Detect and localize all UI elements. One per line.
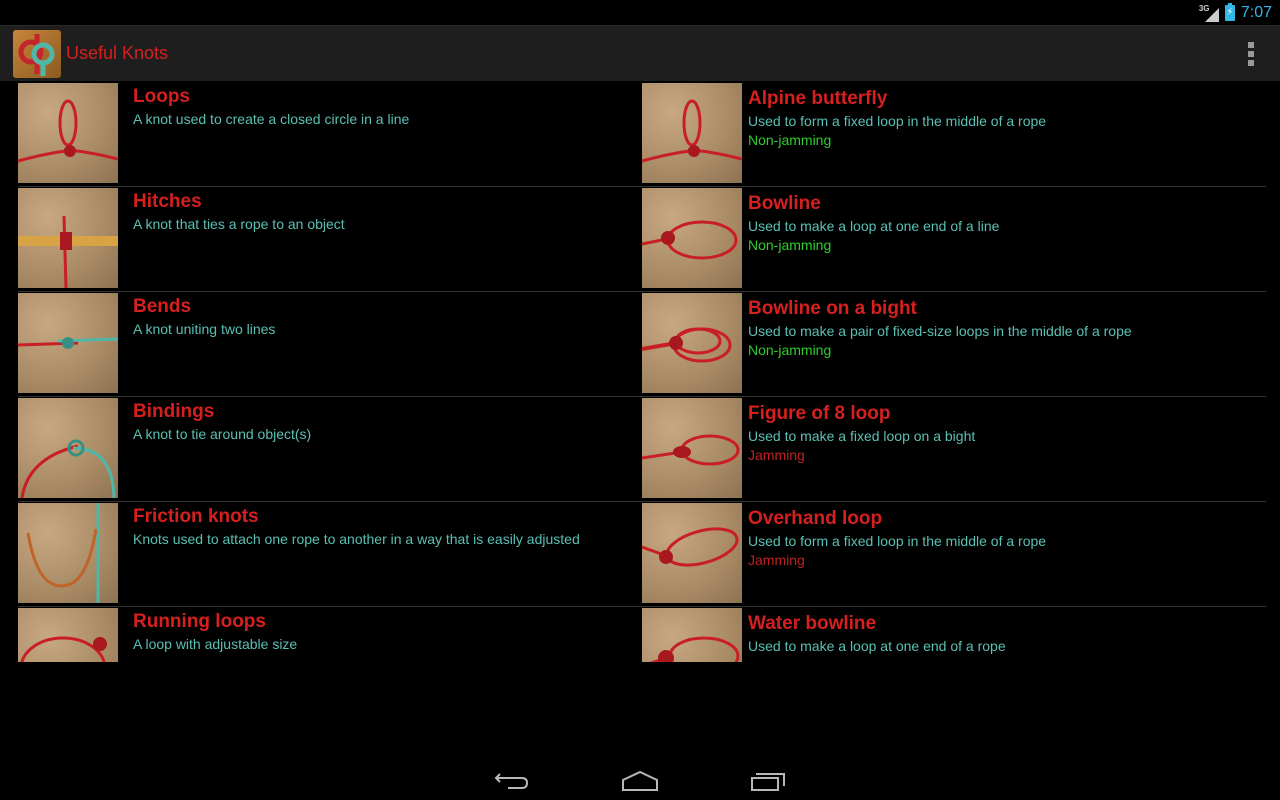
item-title: Alpine butterfly [748,88,888,109]
friction-knots-thumbnail [18,503,118,603]
status-icons: 3G ⚡ 7:07 [1199,2,1272,23]
knot-item-alpine-butterfly[interactable]: Alpine butterfly Used to form a fixed lo… [642,82,1266,187]
signal-icon: 3G [1199,4,1219,22]
knot-item-figure-of-8-loop[interactable]: Figure of 8 loop Used to make a fixed lo… [642,397,1266,502]
item-title: Bowline [748,193,821,214]
bends-thumbnail [18,293,118,393]
item-title: Figure of 8 loop [748,403,891,424]
navigation-bar [0,752,1280,800]
item-description: A loop with adjustable size [133,636,298,652]
item-title: Bends [133,296,192,317]
item-description: Used to make a loop at one end of a line [748,218,1000,234]
bindings-thumbnail [18,398,118,498]
item-description: Used to form a fixed loop in the middle … [748,533,1047,549]
knot-item-bowline-on-a-bight[interactable]: Bowline on a bight Used to make a pair o… [642,292,1266,397]
item-description: Used to make a loop at one end of a rope [748,638,1006,654]
app-logo-icon[interactable] [13,30,61,78]
jamming-status: Non-jamming [748,132,832,148]
back-icon[interactable] [492,764,532,794]
clock: 7:07 [1240,3,1272,21]
running-loops-thumbnail [18,608,118,662]
item-title: Running loops [133,611,266,632]
knot-item-bowline[interactable]: Bowline Used to make a loop at one end o… [642,187,1266,292]
figure-of-8-loop-thumbnail [642,398,742,498]
item-description: A knot uniting two lines [133,321,276,337]
home-icon[interactable] [620,764,660,794]
item-description: A knot to tie around object(s) [133,426,312,442]
water-bowline-thumbnail [642,608,742,662]
item-description: Used to make a pair of fixed-size loops … [748,323,1132,339]
category-item-friction-knots[interactable]: Friction knots Knots used to attach one … [18,502,642,607]
bowline-thumbnail [642,188,742,288]
category-item-loops[interactable]: Loops A knot used to create a closed cir… [18,82,642,187]
item-title: Bowline on a bight [748,298,917,319]
item-description: A knot that ties a rope to an object [133,216,345,232]
category-list: Loops A knot used to create a closed cir… [18,82,642,662]
item-description: Used to make a fixed loop on a bight [748,428,976,444]
hitches-thumbnail [18,188,118,288]
overhand-loop-thumbnail [642,503,742,603]
jamming-status: Jamming [748,447,805,463]
jamming-status: Non-jamming [748,237,832,253]
category-item-hitches[interactable]: Hitches A knot that ties a rope to an ob… [18,187,642,292]
item-title: Bindings [133,401,215,422]
item-title: Water bowline [748,613,877,634]
knot-grid: Loops A knot used to create a closed cir… [0,82,1280,662]
jamming-status: Jamming [748,552,805,568]
item-title: Hitches [133,191,202,212]
item-title: Friction knots [133,506,259,527]
item-title: Loops [133,86,190,107]
recents-icon[interactable] [748,764,788,794]
category-item-bends[interactable]: Bends A knot uniting two lines [18,292,642,397]
knot-list: Alpine butterfly Used to form a fixed lo… [642,82,1266,662]
knot-item-water-bowline[interactable]: Water bowline Used to make a loop at one… [642,607,1266,662]
status-bar: 3G ⚡ 7:07 [0,0,1280,25]
item-description: A knot used to create a closed circle in… [133,111,410,127]
loops-thumbnail [18,83,118,183]
knot-item-overhand-loop[interactable]: Overhand loop Used to form a fixed loop … [642,502,1266,607]
alpine-butterfly-thumbnail [642,83,742,183]
battery-charging-icon: ⚡ [1224,2,1235,21]
item-title: Overhand loop [748,508,883,529]
item-description: Knots used to attach one rope to another… [133,531,580,547]
app-title: Useful Knots [66,43,169,63]
bowline-on-a-bight-thumbnail [642,293,742,393]
category-item-bindings[interactable]: Bindings A knot to tie around object(s) [18,397,642,502]
item-description: Used to form a fixed loop in the middle … [748,113,1047,129]
action-bar: Useful Knots [0,25,1280,81]
category-item-running-loops[interactable]: Running loops A loop with adjustable siz… [18,607,642,662]
overflow-menu-icon[interactable] [1246,42,1256,66]
jamming-status: Non-jamming [748,342,832,358]
